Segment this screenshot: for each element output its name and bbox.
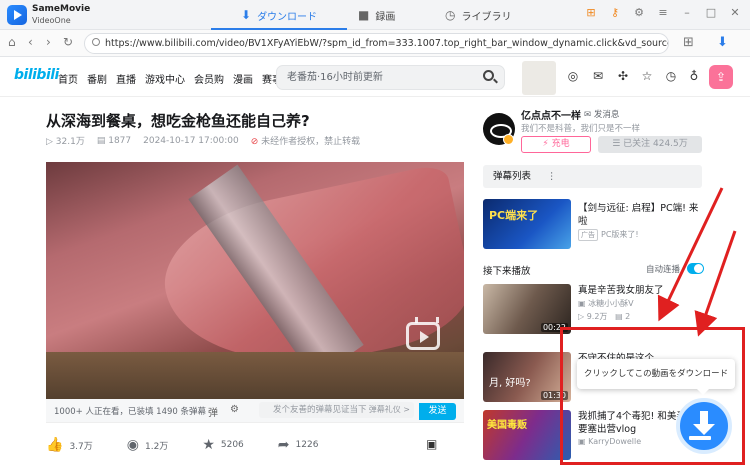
bilibili-logo[interactable]: bilibili — [14, 67, 59, 83]
favorite-button[interactable]: ★ 5206 — [202, 437, 243, 453]
recommended-author[interactable]: ▣ 冰糖小小酥V — [578, 298, 634, 309]
browser-toolbar: ⌂ ‹ › ↻ https://www.bilibili.com/video/B… — [0, 30, 750, 57]
lock-icon — [92, 38, 100, 46]
user-avatar[interactable] — [522, 61, 556, 95]
thumbs-up-icon: 👍 — [46, 437, 64, 453]
app-name: SameMovie — [32, 4, 91, 14]
vip-icon[interactable]: ◎ — [566, 69, 580, 83]
danmaku-input[interactable]: 发个友善的弹幕见证当下 弹幕礼仪 > — [259, 402, 414, 418]
video-player[interactable] — [46, 162, 464, 399]
tab-download[interactable]: ⬇ ダウンロード — [210, 0, 348, 30]
ad-subtitle: 广告 PC版来了! — [578, 229, 639, 241]
nav-games[interactable]: 游戏中心 — [145, 71, 185, 86]
video-meta: ▷ 32.1万 ▤ 1877 2024-10-17 17:00:00 ⊘ 未经作… — [46, 134, 361, 148]
favorites-icon[interactable]: ☆ — [640, 69, 654, 83]
follow-button[interactable]: ☰ 已关注 424.5万 — [598, 136, 702, 153]
save-icon[interactable]: ⬇ — [717, 35, 728, 50]
bulb-icon[interactable]: ♁ — [687, 69, 701, 83]
verified-badge-icon — [503, 134, 514, 145]
nav-anime[interactable]: 番剧 — [87, 71, 107, 86]
tab-record-label: 録画 — [375, 11, 396, 23]
nav-manga[interactable]: 漫画 — [233, 71, 253, 86]
nav-live[interactable]: 直播 — [116, 71, 136, 86]
maximize-icon[interactable]: □ — [704, 6, 718, 19]
search-icon[interactable] — [483, 70, 494, 81]
tab-download-label: ダウンロード — [257, 11, 318, 23]
url-input[interactable]: https://www.bilibili.com/video/BV1XFyAYi… — [84, 33, 669, 54]
download-video-button[interactable] — [676, 398, 732, 454]
send-message-link[interactable]: ✉ 发消息 — [584, 108, 619, 120]
player-frame-board — [46, 352, 464, 399]
recommended-stats: ▷ 9.2万 ▤ 2 — [578, 312, 631, 321]
video-title: 从深海到餐桌，想吃金枪鱼还能自己养? — [46, 112, 310, 130]
video-actions: 👍 3.7万 ◉ 1.2万 ★ 5206 ➦ 1226 — [46, 433, 464, 457]
annotation-arrow-lower — [694, 230, 737, 337]
ad-title[interactable]: 【剑与远征: 启程】PC端! 来啦 — [578, 202, 703, 228]
site-search-input[interactable]: 老番茄·16小时前更新 — [276, 65, 505, 90]
copyright-notice: ⊘ 未经作者授权，禁止转载 — [250, 137, 361, 147]
download-tray-icon — [689, 436, 711, 440]
up-next-label: 接下来播放 — [483, 266, 531, 277]
share-icon: ➦ — [277, 437, 290, 453]
back-icon[interactable]: ‹ — [28, 35, 33, 49]
like-button[interactable]: 👍 3.7万 — [46, 437, 93, 453]
coin-button[interactable]: ◉ 1.2万 — [127, 437, 169, 453]
minimize-icon[interactable]: – — [680, 6, 694, 19]
nav-shop[interactable]: 会员购 — [194, 71, 224, 86]
history-icon[interactable]: ◷ — [664, 69, 678, 83]
samemovie-logo-icon — [7, 5, 27, 25]
download-tooltip: クリックしてこの動画をダウンロード — [577, 359, 735, 395]
reload-icon[interactable]: ↻ — [63, 35, 73, 49]
forward-icon[interactable]: › — [46, 35, 51, 49]
cart-icon[interactable]: ⊞ — [584, 6, 598, 19]
camera-icon: ■ — [358, 8, 370, 22]
menu-icon[interactable]: ≡ — [656, 6, 670, 19]
recommended-title[interactable]: 真是辛苦我女朋友了 — [578, 284, 703, 297]
ad-thumbnail[interactable]: PC端来了 — [483, 199, 571, 249]
share-button[interactable]: ➦ 1226 — [278, 437, 319, 453]
danmaku-list-toggle[interactable]: 弹幕列表 ⋮ — [483, 165, 702, 188]
download-icon: ⬇ — [241, 8, 252, 22]
tab-record[interactable]: ■ 録画 — [358, 0, 395, 30]
more-icon: ⋮ — [547, 171, 557, 182]
autoplay-label: 自动连播 — [646, 265, 681, 275]
send-danmaku-button[interactable]: 发送 — [419, 403, 456, 420]
assistant-icon[interactable]: ▣ — [426, 437, 437, 451]
grid-icon[interactable]: ⊞ — [683, 35, 694, 50]
window-controls: ⊞ ⚷ ⚙ ≡ – □ ✕ — [584, 6, 742, 19]
upload-button[interactable]: ⇪ — [709, 65, 733, 89]
danmaku-toggle-icon[interactable]: 弹 — [208, 404, 218, 419]
settings-icon[interactable]: ⚙ — [632, 6, 646, 19]
bilibili-tv-watermark-icon — [406, 322, 440, 350]
tab-library[interactable]: ◷ ライブラリ — [445, 0, 511, 30]
app-subname: VideoOne — [32, 16, 71, 25]
autoplay-toggle[interactable] — [687, 263, 704, 274]
danmaku-etiquette-link[interactable]: 弹幕礼仪 > — [369, 402, 410, 418]
uploader-name[interactable]: 亿点点不一样 — [521, 107, 581, 122]
tab-library-label: ライブラリ — [461, 11, 512, 23]
nav-home[interactable]: 首页 — [58, 71, 78, 86]
charge-button[interactable]: ⚡ 充电 — [521, 136, 591, 153]
site-nav: 首页 番剧 直播 游戏中心 会员购 漫画 赛事 — [58, 71, 282, 86]
home-icon[interactable]: ⌂ — [8, 35, 16, 49]
site-header: bilibili 首页 番剧 直播 游戏中心 会员购 漫画 赛事 老番茄·16小… — [0, 57, 750, 97]
recommended-thumbnail[interactable]: 美国毒贩 — [483, 410, 571, 460]
key-icon[interactable]: ⚷ — [608, 6, 622, 19]
danmaku-count: ▤ 1877 — [96, 135, 132, 146]
watching-count: 1000+ 人正在看，已装填 1490 条弹幕 — [54, 406, 206, 417]
recommended-thumbnail[interactable]: 00:22 — [483, 284, 571, 334]
message-icon[interactable]: ✉ — [591, 69, 605, 83]
recommended-thumbnail[interactable]: 月, 好吗? 01:30 — [483, 352, 571, 402]
dynamic-icon[interactable]: ✣ — [616, 69, 630, 83]
views-count: ▷ 32.1万 — [46, 137, 85, 147]
uploader-description: 我们不是科普，我们只是不一样 — [521, 124, 641, 134]
clock-icon: ◷ — [445, 8, 456, 22]
publish-date: 2024-10-17 17:00:00 — [143, 135, 239, 146]
coin-icon: ◉ — [126, 437, 139, 453]
star-icon: ★ — [202, 437, 215, 453]
app-title-bar: SameMovie VideoOne ⬇ ダウンロード ■ 録画 ◷ ライブラリ… — [0, 0, 750, 30]
danmaku-settings-icon[interactable]: ⚙ — [230, 404, 239, 415]
close-icon[interactable]: ✕ — [728, 6, 742, 19]
